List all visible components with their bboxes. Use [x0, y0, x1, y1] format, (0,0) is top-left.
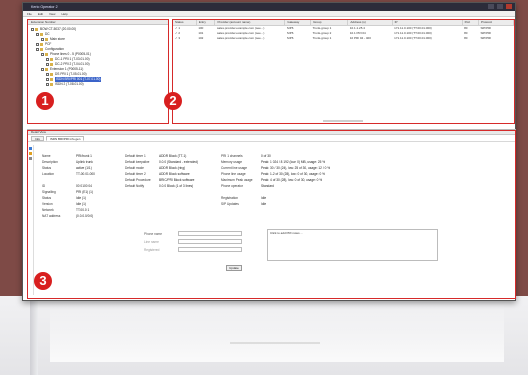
app-window: Kerio Operator 2 File Edit View Help Ext… [22, 2, 516, 301]
minimize-icon[interactable] [488, 4, 494, 9]
backdrop-shadow [30, 292, 38, 375]
callout-frame-3 [27, 130, 516, 299]
menu-item-help[interactable]: Help [61, 11, 67, 16]
menu-bar: File Edit View Help [23, 11, 515, 17]
window-reflection [50, 302, 504, 362]
menu-item-edit[interactable]: Edit [38, 11, 43, 16]
callout-frame-2 [172, 19, 515, 124]
window-title: Kerio Operator 2 [31, 5, 58, 9]
callout-badge-1: 1 [36, 92, 54, 110]
menu-item-file[interactable]: File [27, 11, 32, 16]
maximize-icon[interactable] [497, 4, 503, 9]
callout-badge-3: 3 [34, 272, 52, 290]
callout-badge-2: 2 [164, 92, 182, 110]
menu-item-view[interactable]: View [49, 11, 55, 16]
close-icon[interactable] [506, 4, 512, 9]
title-bar: Kerio Operator 2 [23, 3, 515, 11]
